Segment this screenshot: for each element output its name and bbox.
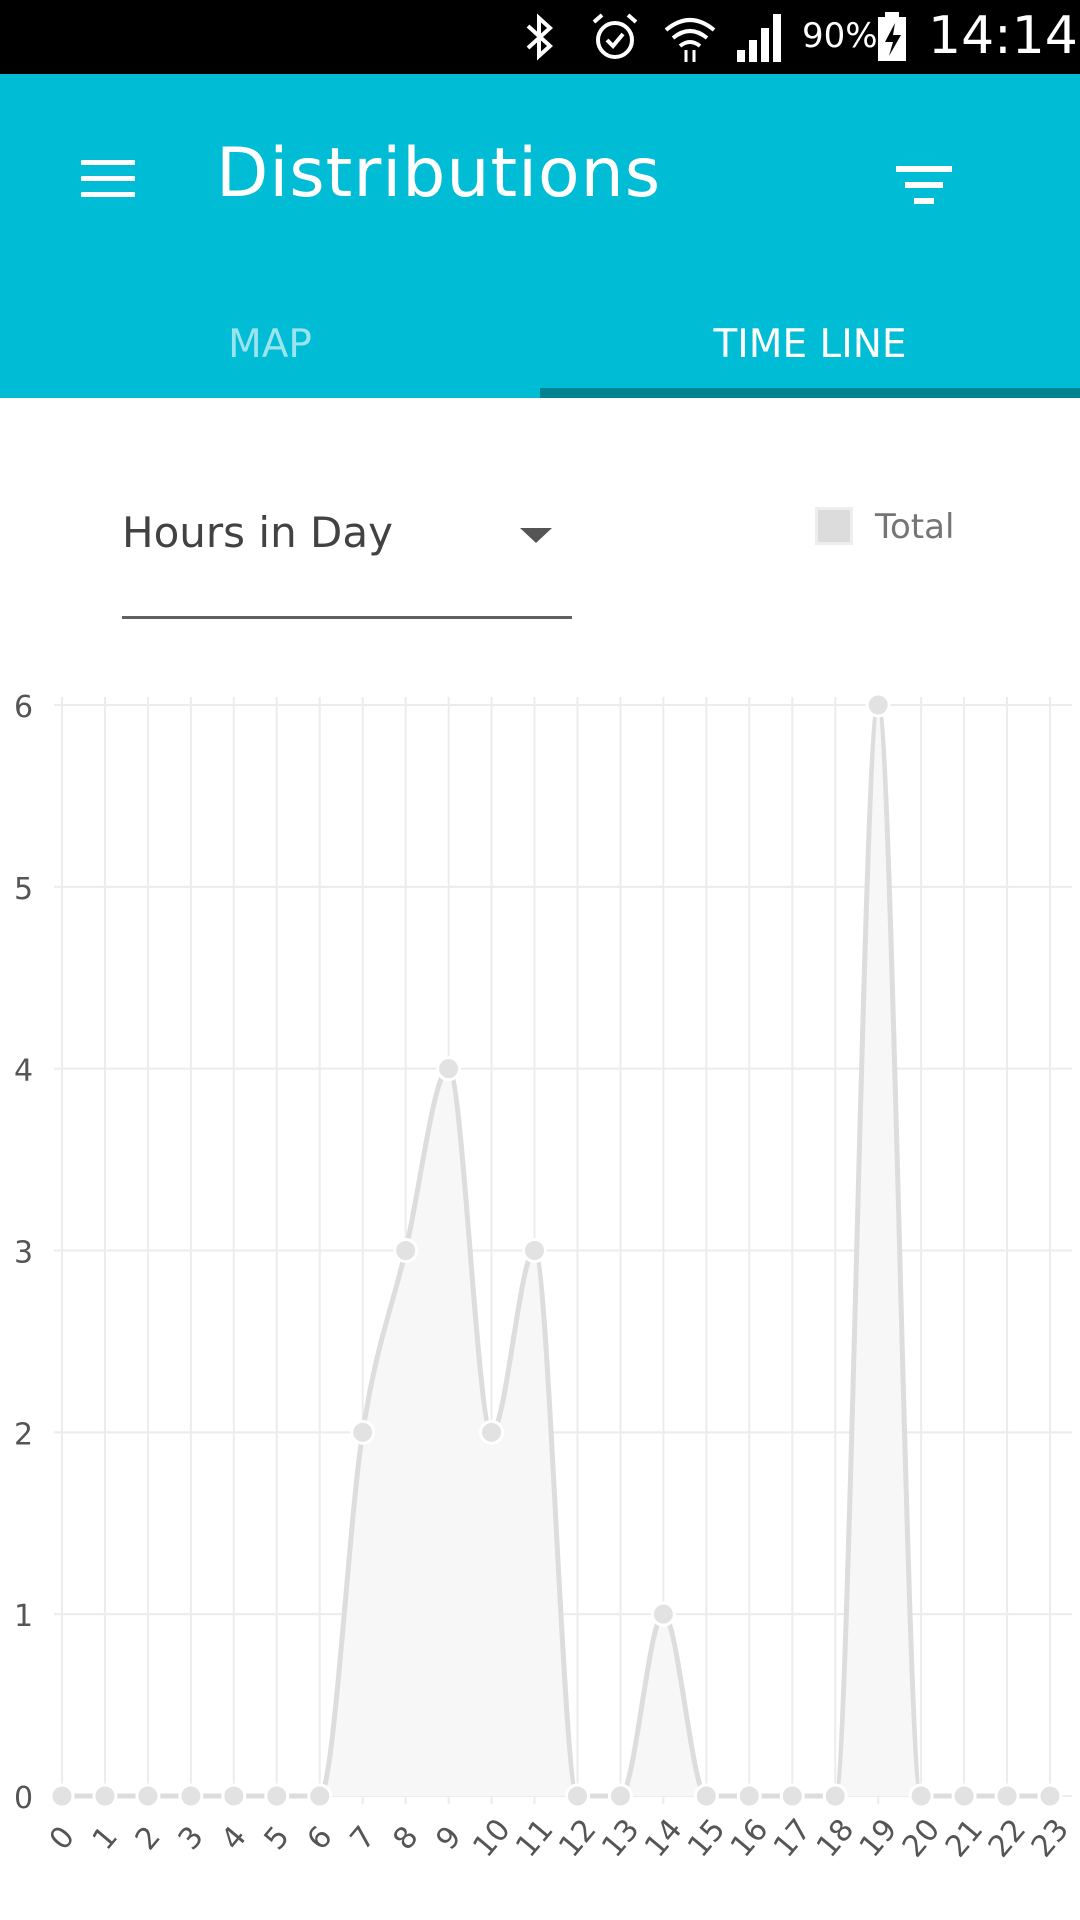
period-dropdown[interactable]: Hours in Day: [122, 488, 572, 622]
y-tick-label: 6: [14, 690, 33, 725]
tab-map[interactable]: MAP: [0, 300, 540, 398]
y-tick-label: 5: [14, 872, 33, 907]
tab-indicator: [540, 388, 1080, 398]
page-title: Distributions: [216, 134, 662, 213]
tab-time-line[interactable]: TIME LINE: [540, 300, 1080, 398]
alarm-icon: [592, 13, 638, 59]
chart-legend[interactable]: Total: [815, 505, 995, 555]
data-point: [393, 1238, 419, 1263]
dropdown-underline: [122, 616, 572, 619]
data-point: [908, 1783, 934, 1809]
x-tick-label: 12: [552, 1812, 603, 1864]
data-point: [994, 1783, 1020, 1809]
data-point: [92, 1783, 118, 1809]
data-point: [779, 1783, 805, 1809]
x-tick-label: 0: [43, 1820, 82, 1857]
x-tick-label: 16: [724, 1812, 775, 1864]
data-point: [951, 1783, 977, 1809]
x-tick-label: 9: [429, 1820, 468, 1857]
battery-percent: 90%: [802, 16, 878, 56]
bluetooth-icon: [526, 13, 553, 61]
x-tick-label: 1: [86, 1820, 125, 1857]
x-tick-label: 13: [595, 1812, 646, 1864]
data-point: [822, 1783, 848, 1809]
x-tick-label: 8: [386, 1820, 425, 1857]
y-tick-label: 2: [14, 1417, 33, 1452]
data-point: [350, 1419, 376, 1445]
data-point: [49, 1783, 75, 1809]
status-bar: 90% 14:14: [0, 0, 1080, 74]
x-tick-label: 18: [810, 1812, 861, 1864]
x-tick-label: 6: [301, 1820, 340, 1857]
x-tick-label: 11: [509, 1812, 560, 1864]
data-point: [522, 1238, 548, 1263]
y-tick-label: 1: [14, 1599, 33, 1634]
app-bar: Distributions MAP TIME LINE: [0, 74, 1080, 398]
battery-charging-icon: [878, 12, 906, 61]
data-point: [264, 1783, 290, 1809]
x-tick-label: 10: [466, 1812, 517, 1864]
y-tick-label: 3: [14, 1236, 33, 1271]
legend-label: Total: [875, 507, 955, 547]
x-tick-label: 15: [681, 1812, 732, 1864]
y-tick-label: 0: [14, 1781, 33, 1816]
x-tick-label: 21: [939, 1812, 990, 1864]
x-tick-label: 2: [129, 1820, 168, 1857]
x-tick-label: 3: [172, 1820, 211, 1857]
x-tick-label: 7: [344, 1820, 383, 1857]
data-point: [564, 1783, 590, 1809]
chevron-down-icon: [520, 528, 552, 543]
data-point: [1037, 1783, 1063, 1809]
filter-icon[interactable]: [878, 144, 970, 236]
x-tick-label: 5: [258, 1820, 297, 1857]
x-tick-label: 23: [1025, 1812, 1076, 1864]
hours-chart: 01234560 1 2 3 4 5 6 7 8 910111213141516171819202…: [14, 690, 1076, 1864]
signal-icon: [737, 14, 781, 62]
x-tick-label: 14: [638, 1812, 689, 1864]
x-tick-label: 4: [215, 1820, 254, 1857]
data-point: [865, 692, 891, 718]
dropdown-selected-value: Hours in Day: [122, 508, 393, 557]
data-point: [607, 1783, 633, 1809]
menu-icon[interactable]: [62, 134, 154, 226]
x-tick-label: 22: [982, 1812, 1033, 1864]
data-point: [693, 1783, 719, 1809]
y-tick-label: 4: [14, 1054, 33, 1089]
data-point: [436, 1056, 462, 1082]
x-tick-label: 17: [767, 1812, 818, 1864]
data-point: [178, 1783, 204, 1809]
data-point: [221, 1783, 247, 1809]
data-point: [479, 1419, 505, 1445]
legend-swatch: [815, 507, 853, 545]
x-tick-label: 19: [853, 1812, 904, 1864]
data-point: [736, 1783, 762, 1809]
data-point: [650, 1601, 676, 1627]
x-tick-label: 20: [896, 1812, 947, 1864]
clock-time: 14:14: [928, 6, 1078, 66]
data-point: [307, 1783, 333, 1809]
wifi-icon: [664, 18, 716, 62]
data-point: [135, 1783, 161, 1809]
